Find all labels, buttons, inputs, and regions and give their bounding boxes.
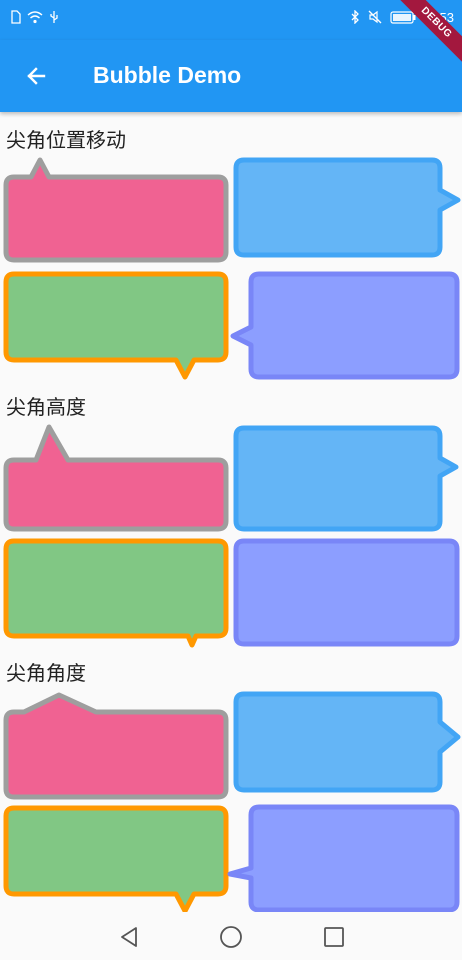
- blue-bubble-angled-tip[interactable]: [233, 691, 461, 793]
- indigo-bubble-left-tip[interactable]: [230, 271, 460, 380]
- blue-bubble-right-tip[interactable]: [233, 157, 461, 258]
- home-circle-icon[interactable]: [218, 924, 244, 950]
- navigation-bar: [0, 912, 462, 960]
- indigo-bubble-flat-tip[interactable]: [227, 804, 460, 913]
- pink-bubble-wide-tip[interactable]: [3, 692, 229, 800]
- blue-bubble-short-tip[interactable]: [233, 425, 459, 532]
- indigo-bubble-no-tip[interactable]: [233, 538, 460, 647]
- pink-bubble-tall-tip[interactable]: [3, 424, 229, 532]
- green-bubble-small-tip[interactable]: [3, 538, 229, 648]
- pink-bubble-top-tip[interactable]: [3, 157, 229, 263]
- green-bubble-angled-tip[interactable]: [3, 805, 229, 914]
- bubble-canvas: [3, 157, 461, 914]
- green-bubble-bottom-tip[interactable]: [3, 271, 229, 380]
- recents-square-icon[interactable]: [321, 924, 347, 950]
- back-triangle-icon[interactable]: [117, 924, 143, 950]
